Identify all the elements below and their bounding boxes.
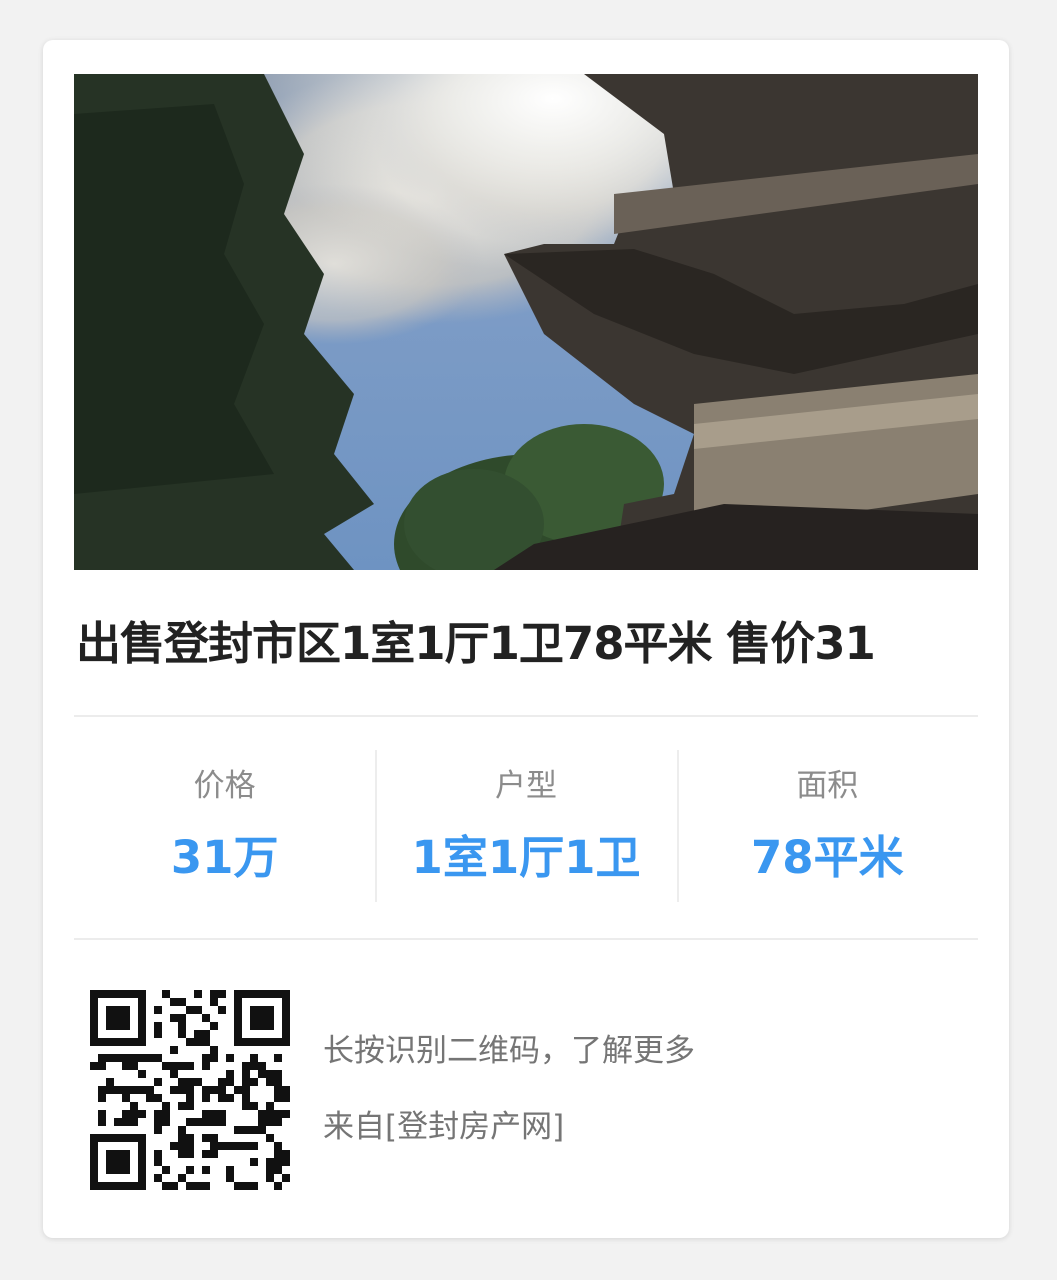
listing-stats: 价格 31万 户型 1室1厅1卫 面积 78平米 <box>74 750 978 902</box>
photo-pagoda-sky <box>74 74 978 570</box>
stat-area-value: 78平米 <box>751 831 904 884</box>
qr-code-icon[interactable] <box>90 990 290 1190</box>
qr-hint-text: 长按识别二维码，了解更多 <box>323 1033 695 1069</box>
stat-price-label: 价格 <box>193 768 256 804</box>
stat-price: 价格 31万 <box>74 750 375 902</box>
divider-top <box>74 715 978 717</box>
stat-price-value: 31万 <box>170 831 279 884</box>
stat-area-label: 面积 <box>796 768 859 804</box>
listing-title: 出售登封市区1室1厅1卫78平米 售价31 <box>76 617 876 670</box>
listing-share-card: 出售登封市区1室1厅1卫78平米 售价31 价格 31万 户型 1室1厅1卫 面… <box>43 40 1009 1238</box>
stat-area: 面积 78平米 <box>676 750 978 902</box>
divider-bottom <box>74 938 978 940</box>
stat-layout-value: 1室1厅1卫 <box>411 831 641 884</box>
listing-photo[interactable] <box>74 74 978 570</box>
source-text: 来自[登封房产网] <box>323 1109 565 1145</box>
stat-layout-label: 户型 <box>494 768 557 804</box>
stat-layout: 户型 1室1厅1卫 <box>375 750 676 902</box>
